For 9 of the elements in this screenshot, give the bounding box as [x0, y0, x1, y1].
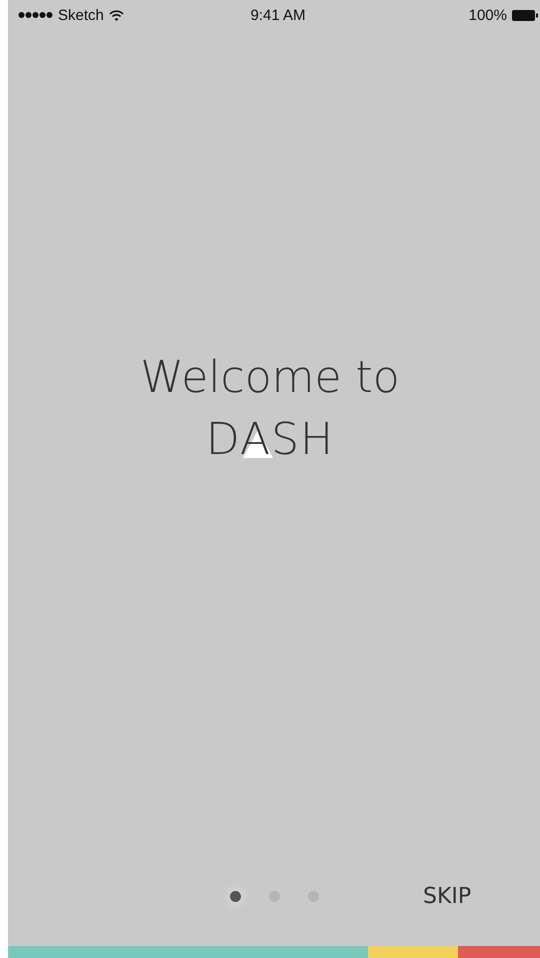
wifi-icon — [108, 10, 124, 20]
status-time: 9:41 AM — [250, 6, 306, 24]
battery-percent: 100% — [468, 6, 507, 24]
carrier-label: Sketch — [58, 6, 104, 24]
page-dot[interactable] — [230, 890, 241, 902]
signal-icon — [18, 11, 53, 19]
welcome-title: Welcome to — [140, 351, 400, 405]
skip-button[interactable]: SKIP — [417, 880, 478, 912]
battery-icon — [512, 10, 538, 20]
